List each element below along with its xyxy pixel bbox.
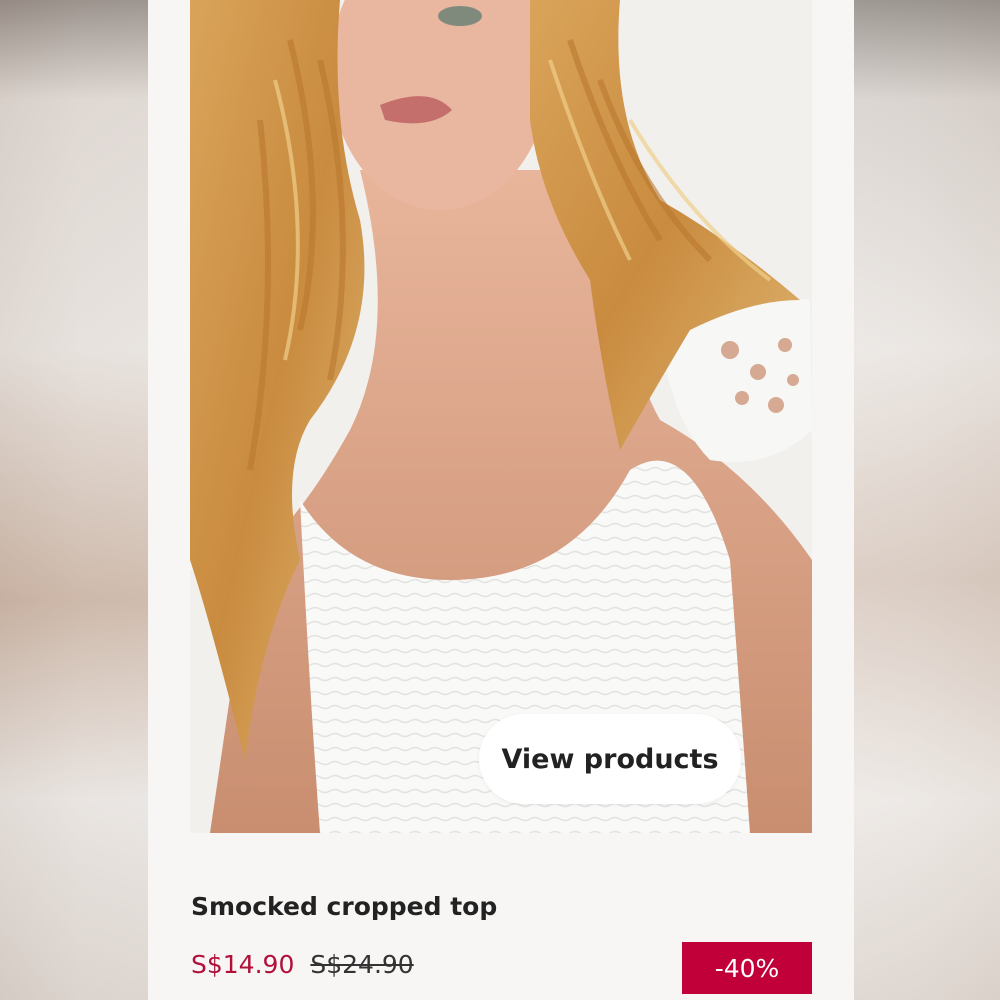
discount-badge: -40% [682, 942, 812, 994]
sale-price: S$14.90 [191, 950, 295, 979]
blurred-background-right [854, 0, 1000, 1000]
product-card[interactable]: View products Smocked cropped top S$14.9… [148, 0, 854, 1000]
view-products-button[interactable]: View products [479, 714, 741, 804]
price-row: S$14.90 S$24.90 [191, 950, 414, 979]
original-price: S$24.90 [310, 950, 414, 979]
product-image[interactable] [190, 0, 812, 833]
phone-screen: View products Smocked cropped top S$14.9… [148, 0, 854, 1000]
product-title[interactable]: Smocked cropped top [191, 892, 497, 921]
blurred-background-left [0, 0, 148, 1000]
